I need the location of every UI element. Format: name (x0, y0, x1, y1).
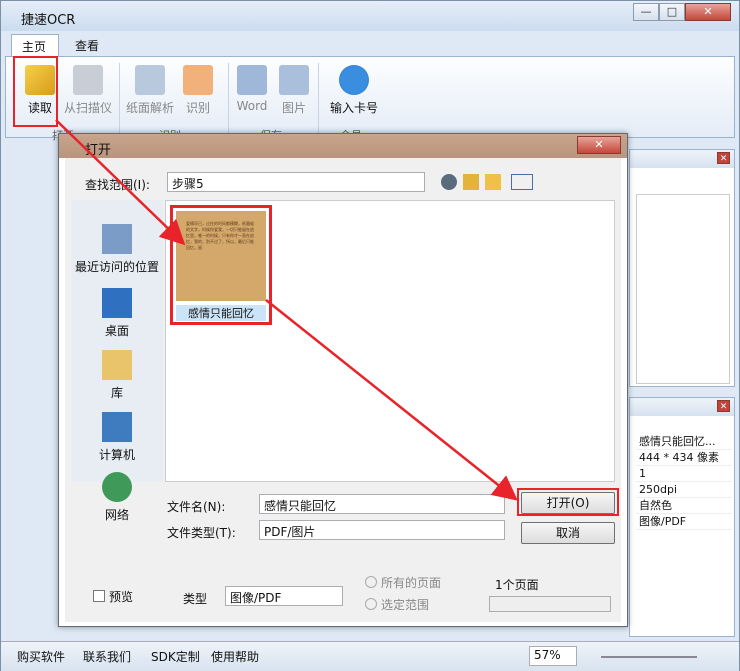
annotation-arrows (55, 119, 518, 501)
arrow-to-file (55, 119, 186, 246)
arrow-to-open (265, 299, 518, 501)
